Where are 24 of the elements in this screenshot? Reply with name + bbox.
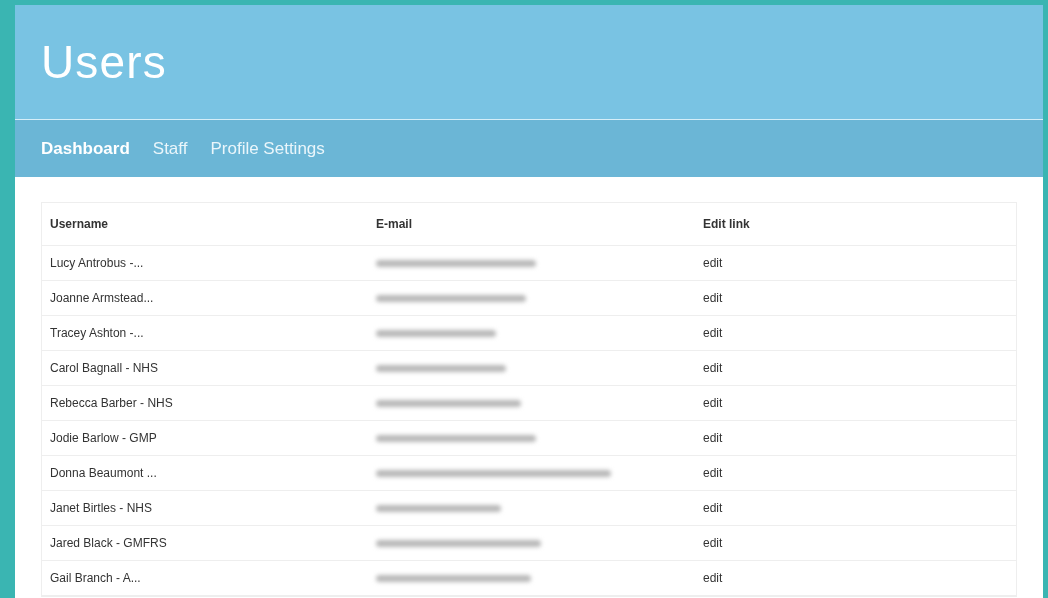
edit-link[interactable]: edit (703, 429, 1008, 447)
edit-link[interactable]: edit (703, 534, 1008, 552)
edit-link[interactable]: edit (703, 394, 1008, 412)
edit-link[interactable]: edit (703, 464, 1008, 482)
page-title: Users (41, 34, 167, 90)
table-cell-text: Janet Birtles - NHS (50, 500, 154, 517)
table-cell-text: Tracey Ashton -... (50, 325, 145, 342)
table-cell-text: Joanne Armstead... (50, 290, 155, 307)
column-header: Edit link (703, 216, 751, 233)
column-header: E-mail (376, 216, 413, 233)
edit-link[interactable]: edit (703, 569, 1008, 587)
table-cell-text: Lucy Antrobus -... (50, 255, 145, 272)
table-cell-text: Jared Black - GMFRS (50, 535, 168, 552)
edit-link[interactable]: edit (703, 254, 1008, 272)
table-cell-text: Rebecca Barber - NHS (50, 395, 174, 412)
edit-link[interactable]: edit (703, 289, 1008, 307)
table-cell-text: Carol Bagnall - NHS (50, 360, 160, 377)
edit-link[interactable]: edit (703, 359, 1008, 377)
table-cell-text: Donna Beaumont ... (50, 465, 158, 482)
column-header: Username (50, 216, 110, 233)
edit-link[interactable]: edit (703, 499, 1008, 517)
edit-link[interactable]: edit (703, 324, 1008, 342)
table-cell-text: Jodie Barlow - GMP (50, 430, 158, 447)
table-cell-text: Gail Branch - A... (50, 570, 142, 587)
